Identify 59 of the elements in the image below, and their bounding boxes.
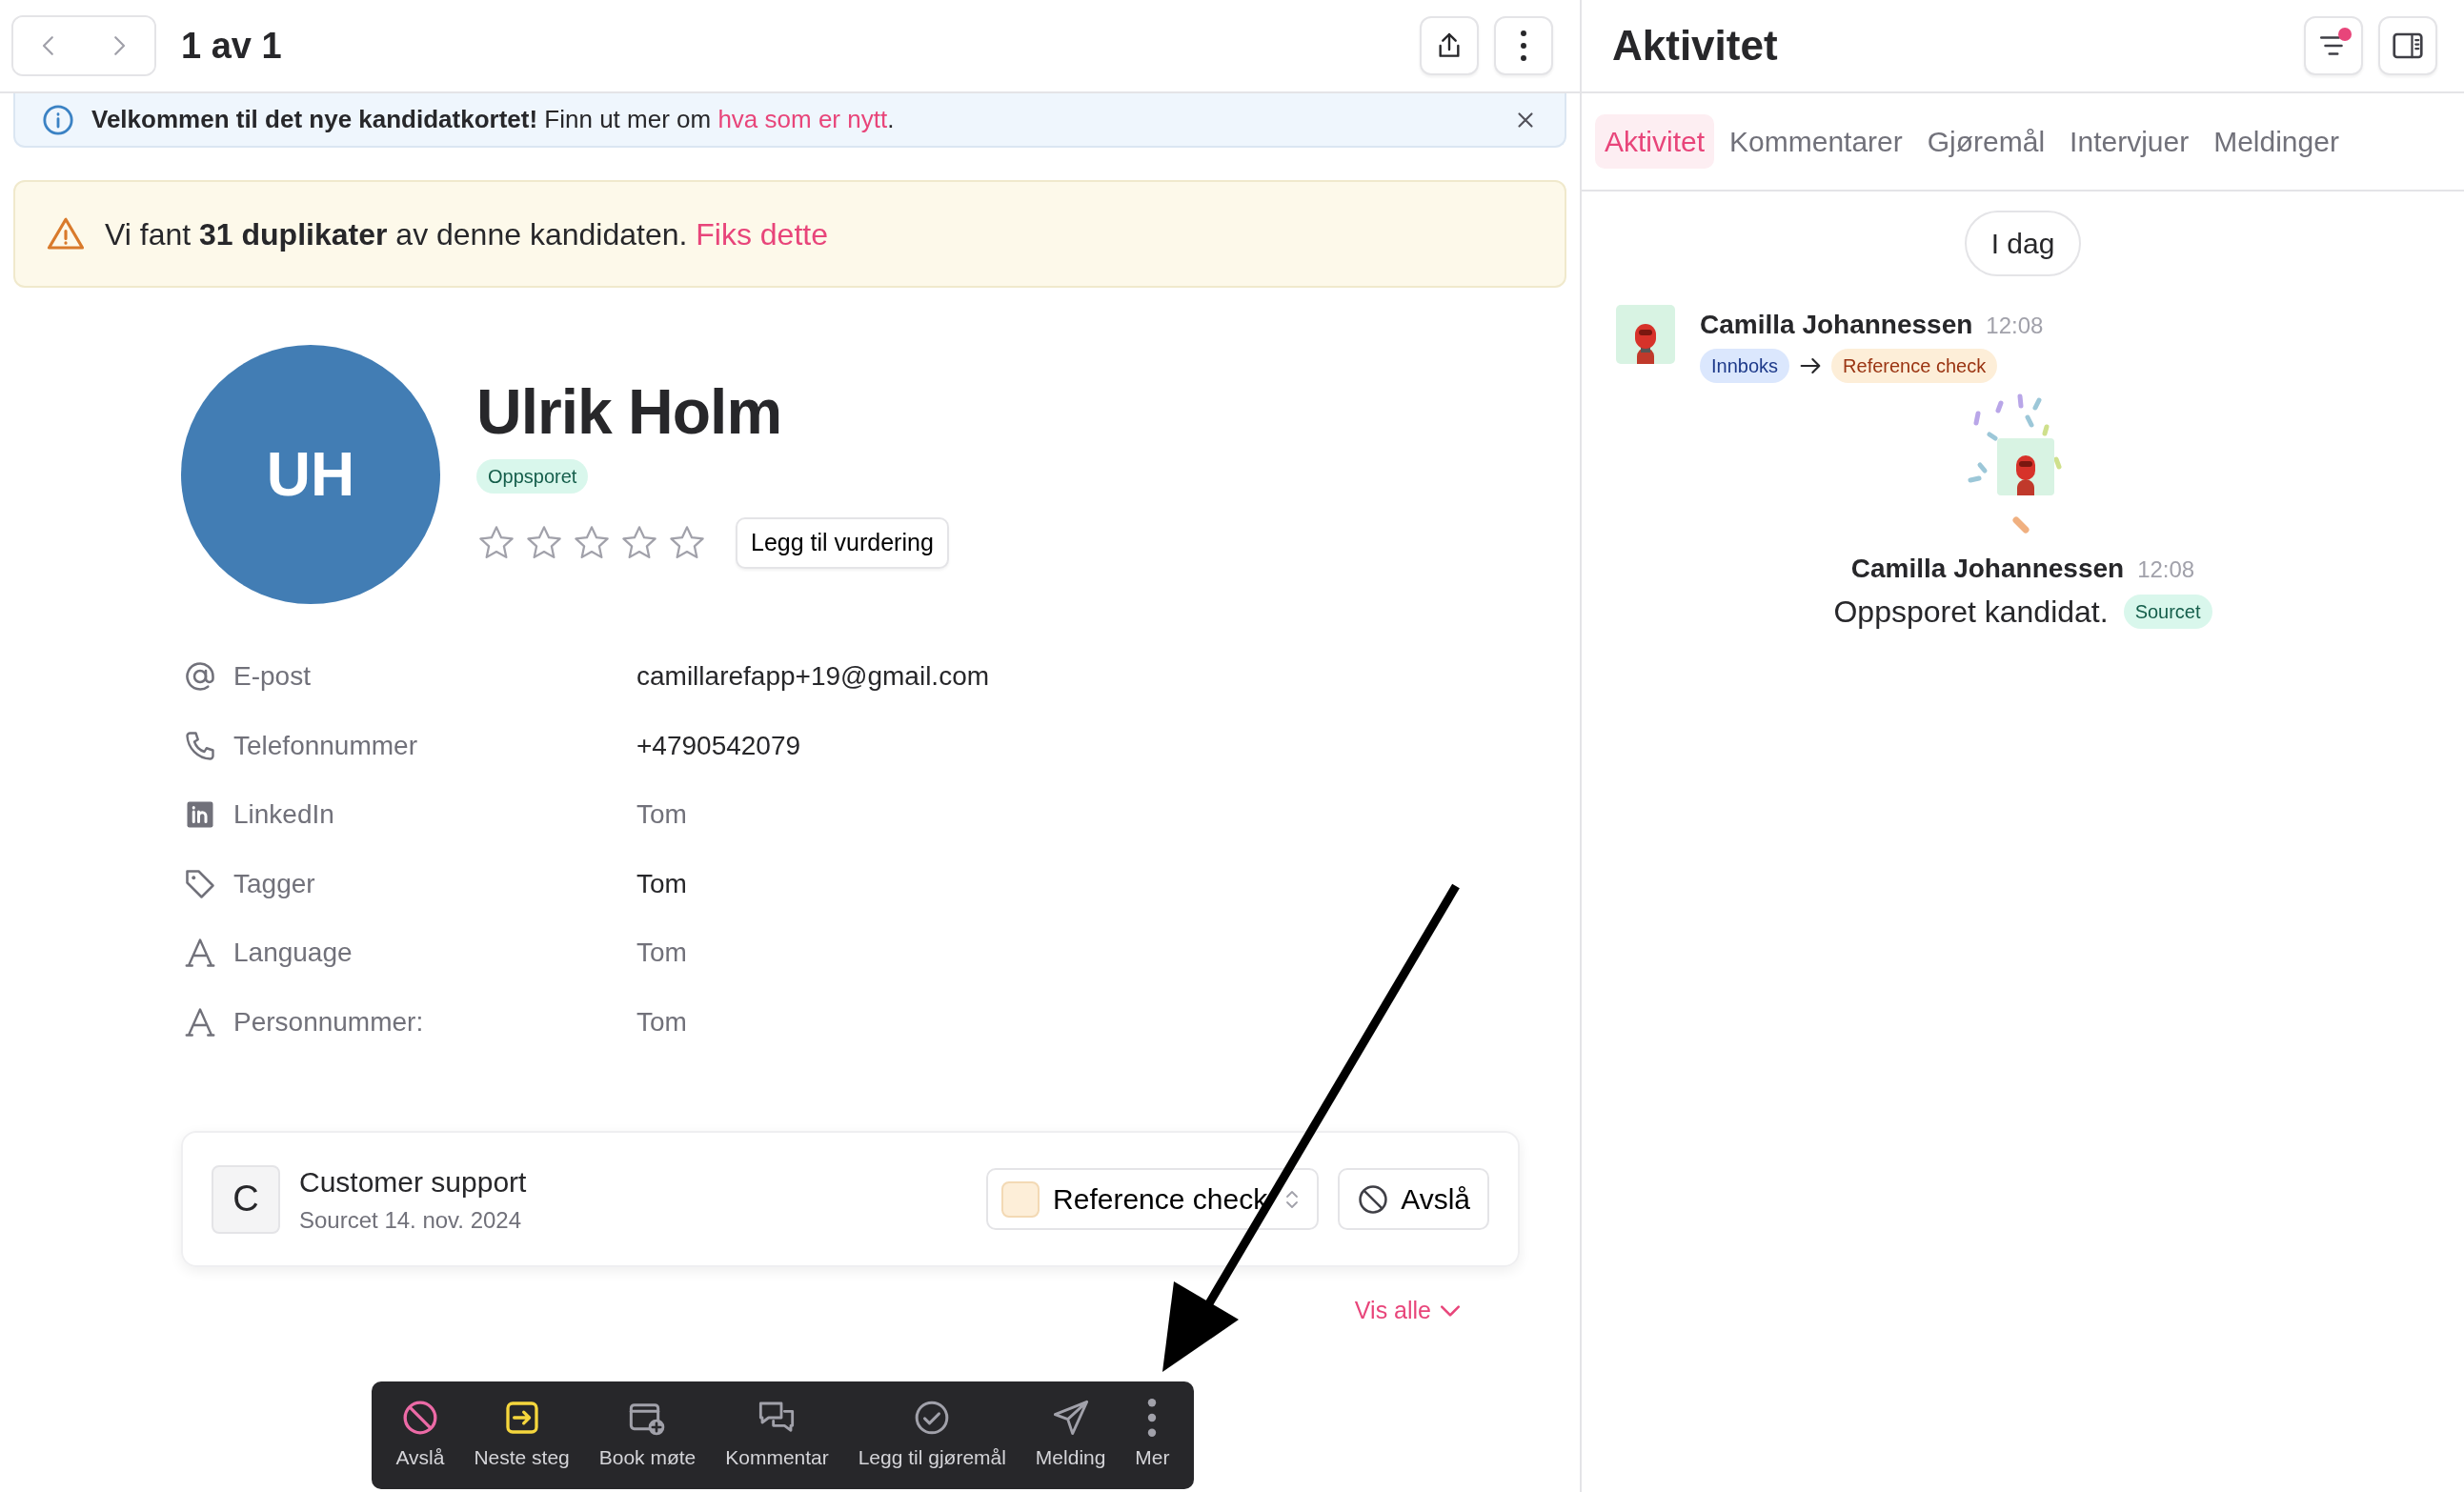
field-label: LinkedIn (233, 798, 335, 832)
stage-swatch (1001, 1180, 1040, 1218)
author-name: Camilla Johannessen (1850, 553, 2125, 585)
paper-plane-icon (1051, 1398, 1090, 1437)
toolbar-button[interactable]: Mer (1131, 1398, 1174, 1473)
job-initial: C (212, 1164, 280, 1234)
fix-link[interactable]: Fiks dette (696, 216, 828, 252)
more-icon (1147, 1398, 1158, 1437)
info-text: Velkommen til det nye kandidatkortet! Finn ut mer om hva som er nytt. (91, 104, 896, 135)
event-text: Oppsporet kandidat. (1833, 594, 2109, 631)
field-label: Telefonnummer (233, 729, 418, 762)
prohibited-icon (1357, 1182, 1390, 1216)
activity-tab[interactable]: Intervjuer (2060, 114, 2199, 169)
stage-selector[interactable]: Reference check (986, 1168, 1320, 1230)
pager-text: 1 av 1 (181, 24, 283, 68)
more-icon (1520, 30, 1527, 61)
field-label: Language (233, 937, 353, 970)
panel-toggle-button[interactable] (2378, 16, 2437, 75)
field-value: Tom (636, 1005, 687, 1038)
toolbar-button[interactable]: Neste steg (470, 1398, 574, 1473)
toolbar-button[interactable]: Book møte (595, 1398, 700, 1473)
field-label: Tagger (233, 867, 316, 900)
activity-tab[interactable]: Meldinger (2204, 114, 2349, 169)
show-all-link[interactable]: Vis alle (1348, 1292, 1465, 1330)
panel-title: Aktivitet (1612, 21, 1779, 71)
chevron-down-icon (1441, 1304, 1460, 1317)
field-label: E-post (233, 660, 312, 694)
toolbar-button[interactable]: Avslå (392, 1398, 449, 1473)
field-value: Tom (636, 937, 687, 970)
info-icon (42, 103, 74, 136)
toolbar-button[interactable]: Kommentar (721, 1398, 833, 1473)
warning-text: Vi fant 31 duplikater av denne kandidaten. Fiks dette (105, 215, 828, 253)
stage-tag: Innboks (1700, 349, 1790, 383)
stage-tag: Reference check (1831, 349, 1998, 383)
activity-tab[interactable]: Gjøremål (1917, 114, 2055, 169)
reject-button[interactable]: Avslå (1338, 1168, 1489, 1230)
add-rating-button[interactable]: Legg til vurdering (736, 517, 949, 569)
filter-button[interactable] (2304, 16, 2363, 75)
toolbar-button[interactable]: Melding (1031, 1398, 1110, 1473)
field-value: Tom (636, 867, 687, 900)
candidate-name: Ulrik Holm (476, 380, 783, 444)
field-value: camillarefapp+19@gmail.com (636, 660, 990, 694)
status-tag: Oppsporet (476, 459, 589, 494)
share-button[interactable] (1420, 16, 1479, 75)
field-label: Personnummer: (233, 1005, 425, 1038)
more-button[interactable] (1494, 16, 1553, 75)
event-time: 12:08 (1986, 312, 2044, 340)
event-time: 12:08 (2137, 555, 2195, 584)
avatar-initials: UH (181, 345, 440, 604)
avatar (1616, 305, 1675, 364)
source-tag: Sourcet (2123, 595, 2212, 629)
author-name: Camilla Johannessen (1700, 309, 1973, 341)
job-title: Customer support (299, 1165, 527, 1200)
sourced-date: Sourcet 14. nov. 2024 (299, 1206, 523, 1235)
toolbar-button[interactable]: Legg til gjøremål (854, 1398, 1010, 1473)
day-divider: I dag (1964, 211, 2082, 276)
field-value: +4790542079 (636, 729, 801, 762)
field-value: Tom (636, 798, 687, 832)
activity-tab[interactable]: Kommentarer (1720, 114, 1912, 169)
